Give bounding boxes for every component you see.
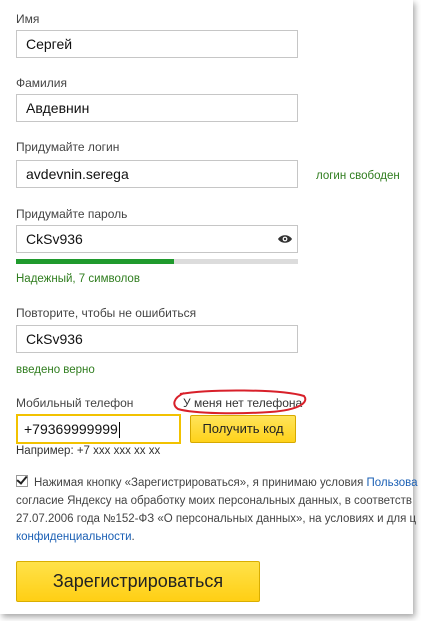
register-button[interactable]: Зарегистрироваться	[16, 561, 260, 602]
registration-form: Имя Сергей Фамилия Авдевнин Придумайте л…	[0, 0, 418, 614]
terms-user-agreement-link[interactable]: Пользова	[367, 477, 418, 489]
get-code-button[interactable]: Получить код	[190, 415, 296, 443]
phone-label: Мобильный телефон	[16, 396, 134, 410]
last-name-label: Фамилия	[16, 76, 67, 90]
password-label: Придумайте пароль	[16, 207, 128, 221]
first-name-label: Имя	[16, 12, 40, 26]
login-status: логин свободен	[316, 170, 400, 182]
red-annotation-oval	[173, 389, 307, 415]
privacy-policy-link[interactable]: конфиденциальности	[16, 531, 132, 543]
last-name-input[interactable]: Авдевнин	[16, 94, 298, 122]
login-input[interactable]: avdevnin.serega	[16, 160, 298, 188]
text-caret	[118, 422, 120, 439]
terms-line-4-tail: .	[131, 531, 135, 543]
terms-text: Нажимая кнопку «Зарегистрироваться», я п…	[16, 474, 421, 546]
phone-value: +79369999999	[24, 421, 118, 437]
password-repeat-status: введено верно	[16, 364, 95, 376]
eye-icon[interactable]	[277, 233, 293, 245]
first-name-input[interactable]: Сергей	[16, 30, 298, 58]
password-strength-fill	[16, 259, 174, 264]
phone-input[interactable]: +79369999999	[16, 414, 181, 444]
terms-line-1: Нажимая кнопку «Зарегистрироваться», я п…	[34, 477, 367, 489]
terms-line-3: 27.07.2006 года №152-ФЗ «О персональных …	[16, 513, 417, 525]
password-repeat-input[interactable]: CkSv936	[16, 325, 298, 353]
password-strength-bar	[16, 259, 298, 264]
phone-example: Например: +7 xxx xxx xx xx	[16, 445, 161, 457]
login-label: Придумайте логин	[16, 140, 120, 154]
terms-checkbox[interactable]	[16, 475, 28, 487]
terms-line-2: согласие Яндексу на обработку моих персо…	[16, 495, 412, 507]
password-strength-text: Надежный, 7 символов	[16, 273, 140, 285]
password-input[interactable]: CkSv936	[16, 225, 298, 253]
password-repeat-label: Повторите, чтобы не ошибиться	[16, 306, 197, 320]
